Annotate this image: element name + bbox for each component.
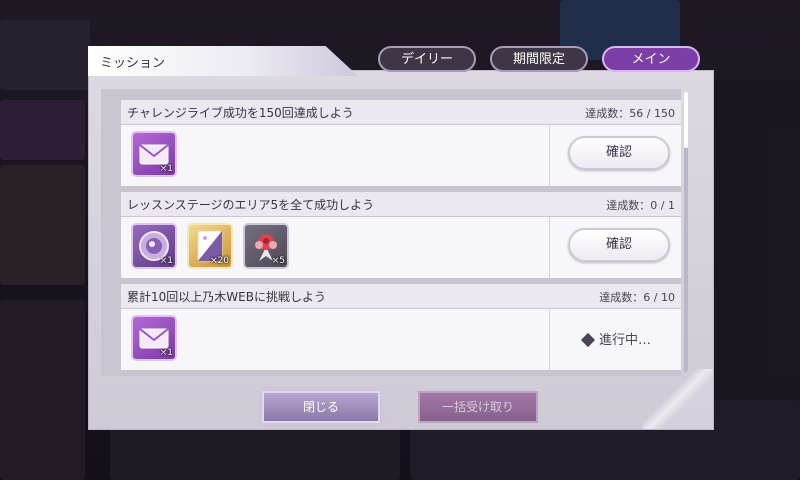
confirm-button[interactable]: 確認 <box>568 228 670 262</box>
mission-title: レッスンステージのエリア5を全て成功しよう <box>127 198 375 212</box>
mission-body: ×1 進行中… <box>121 309 681 370</box>
status-text: 進行中… <box>599 333 652 348</box>
tab-limited-time[interactable]: 期間限定 <box>490 46 588 72</box>
mission-item: 累計10回以上乃木WEBに挑戦しよう 達成数：6 / 10 ×1 進行中… <box>118 284 681 370</box>
mission-title: 累計10回以上乃木WEBに挑戦しよう <box>127 290 326 304</box>
reward-count: ×20 <box>210 256 229 266</box>
card-icon[interactable]: ×20 <box>187 223 233 269</box>
tab-main[interactable]: メイン <box>602 46 700 72</box>
confirm-button[interactable]: 確認 <box>568 136 670 170</box>
mission-progress: 達成数：6 / 10 <box>599 291 675 304</box>
reward-count: ×1 <box>159 348 173 358</box>
reward-count: ×1 <box>159 164 173 174</box>
mail-ticket-icon[interactable]: ×1 <box>131 131 177 177</box>
rose-icon[interactable]: ×5 <box>243 223 289 269</box>
mission-header: レッスンステージのエリア5を全て成功しよう 達成数：0 / 1 <box>121 192 681 217</box>
mission-progress: 達成数：56 / 150 <box>585 107 675 120</box>
tab-daily[interactable]: デイリー <box>378 46 476 72</box>
scrollbar-thumb[interactable] <box>684 92 688 148</box>
mission-title: チャレンジライブ成功を150回達成しよう <box>127 106 354 120</box>
medal-icon[interactable]: ×1 <box>131 223 177 269</box>
close-button[interactable]: 閉じる <box>262 391 380 423</box>
mission-item: レッスンステージのエリア5を全て成功しよう 達成数：0 / 1 ×1 ×20 ×… <box>118 192 681 278</box>
claim-all-button[interactable]: 一括受け取り <box>418 391 538 423</box>
reward-count: ×5 <box>271 256 285 266</box>
mission-header: 累計10回以上乃木WEBに挑戦しよう 達成数：6 / 10 <box>121 284 681 309</box>
mission-status: 進行中… <box>580 329 652 348</box>
reward-count: ×1 <box>159 256 173 266</box>
mission-header: チャレンジライブ成功を150回達成しよう 達成数：56 / 150 <box>121 100 681 125</box>
mission-body: ×1 ×20 ×5 確認 <box>121 217 681 278</box>
mail-ticket-icon[interactable]: ×1 <box>131 315 177 361</box>
mission-body: ×1 確認 <box>121 125 681 186</box>
dialog-title-bar: ミッション <box>88 46 358 76</box>
diamond-icon <box>580 332 596 347</box>
dialog-title: ミッション <box>100 56 166 71</box>
mission-item: チャレンジライブ成功を150回達成しよう 達成数：56 / 150 ×1 確認 <box>118 100 681 186</box>
mission-progress: 達成数：0 / 1 <box>606 199 675 212</box>
mission-list[interactable]: チャレンジライブ成功を150回達成しよう 達成数：56 / 150 ×1 確認 … <box>101 89 681 376</box>
